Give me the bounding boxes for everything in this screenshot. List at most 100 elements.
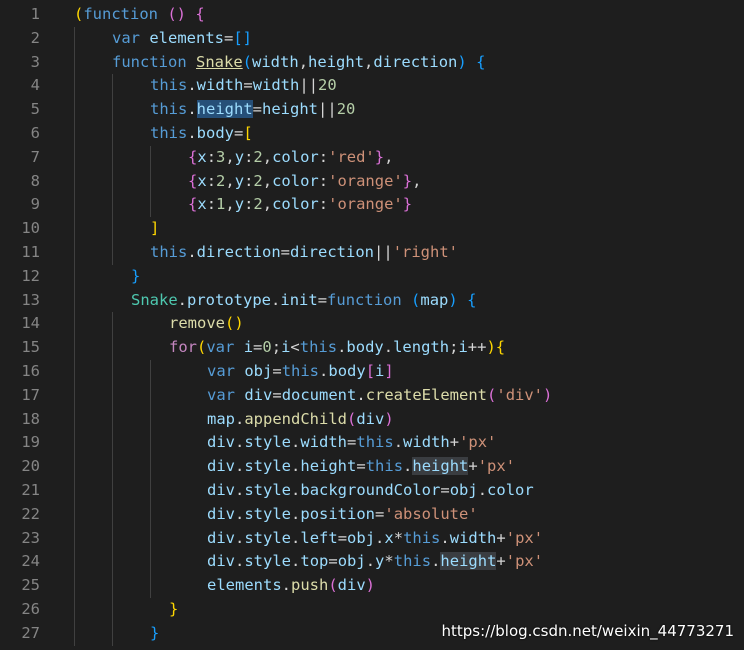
code-token: this: [281, 361, 320, 380]
indent-guide: [74, 597, 75, 622]
code-line[interactable]: 22 div.style.position='absolute': [0, 502, 744, 527]
code-line[interactable]: 1 (function () {: [0, 3, 744, 27]
code-token: =: [347, 433, 357, 452]
code-line[interactable]: 26}: [0, 597, 744, 622]
code-token: =: [337, 528, 348, 547]
code-line[interactable]: 25 elements.push(div): [0, 574, 744, 598]
code-token: body: [346, 338, 384, 357]
code-token: height: [440, 552, 497, 571]
code-token: direction: [290, 242, 375, 261]
indent-guide: [112, 145, 113, 170]
indent-guide: [74, 98, 75, 122]
indent-guide: [74, 26, 75, 51]
code-line[interactable]: 23 div.style.left=obj.x*this.width+'px': [0, 526, 744, 551]
code-token: this: [150, 76, 188, 95]
code-line[interactable]: 9 {x:1,y:2,color:'orange'}: [0, 193, 744, 218]
code-text: this.width=width||20: [150, 74, 337, 98]
code-token: var: [207, 385, 235, 404]
code-token: height: [196, 100, 253, 119]
indent-guide: [112, 431, 113, 456]
code-token: ,: [298, 52, 309, 71]
code-token: ): [384, 409, 394, 428]
code-token: elements: [207, 576, 282, 595]
code-line[interactable]: 5 this.height=height||20: [0, 98, 744, 122]
indent-guide: [112, 526, 113, 551]
indent-guide: [112, 621, 113, 646]
code-line[interactable]: 12}: [0, 264, 744, 289]
code-token: function: [112, 52, 187, 71]
code-token: ,: [262, 195, 273, 214]
code-token: obj: [337, 552, 366, 571]
code-text: this.height=height||20: [150, 98, 355, 122]
code-token: }: [131, 266, 141, 285]
code-token: .: [235, 552, 245, 571]
code-line[interactable]: 10]: [0, 217, 744, 241]
code-token: this: [150, 242, 188, 261]
code-token: width: [196, 76, 244, 95]
code-token: .: [235, 409, 245, 428]
code-text: }: [169, 598, 178, 622]
code-line[interactable]: 19 div.style.width=this.width+'px': [0, 431, 744, 456]
indent-guide: [112, 336, 113, 360]
code-line[interactable]: 11 this.direction=direction||'right': [0, 240, 744, 265]
code-token: 'px': [505, 528, 544, 547]
code-text: var obj=this.body[i]: [207, 360, 394, 384]
line-number: 20: [21, 457, 40, 476]
code-line[interactable]: 24 div.style.top=obj.y*this.height+'px': [0, 550, 744, 575]
code-token: .: [291, 552, 301, 571]
code-line[interactable]: 13 Snake.prototype.init=function (map) {: [0, 288, 744, 313]
code-line[interactable]: 4 this.width=width||20: [0, 74, 744, 99]
indent-guide: [112, 455, 113, 479]
code-token: ]: [150, 219, 160, 238]
code-line[interactable]: 2 var elements=[]: [0, 26, 744, 51]
code-line[interactable]: 8 {x:2,y:2,color:'orange'},: [0, 169, 744, 194]
code-token: :: [206, 195, 217, 214]
code-token: div: [356, 409, 385, 428]
indent-guide: [74, 550, 75, 575]
code-token: width: [449, 528, 497, 547]
code-token: height: [308, 52, 365, 71]
line-number: 4: [30, 76, 40, 95]
code-token: y: [234, 171, 245, 190]
code-token: ,: [384, 147, 394, 166]
indent-guide: [150, 193, 151, 218]
code-line[interactable]: 17 var div=document.createElement('div'): [0, 383, 744, 408]
code-token: =: [253, 338, 263, 357]
code-token: width: [252, 52, 299, 71]
line-number: 9: [30, 195, 40, 214]
code-token: ,: [364, 52, 374, 71]
line-number: 18: [21, 409, 40, 428]
indent-guide: [112, 121, 113, 146]
indent-guide: [74, 359, 75, 384]
indent-guide: [74, 621, 75, 646]
code-line[interactable]: 14 remove(): [0, 312, 744, 337]
code-line[interactable]: 16 var obj=this.body[i]: [0, 359, 744, 384]
code-token: ): [543, 385, 553, 404]
indent-guide: [150, 550, 151, 575]
code-line[interactable]: 6 this.body=[: [0, 121, 744, 146]
indent-guide: [74, 121, 75, 146]
code-token: .: [291, 433, 301, 452]
code-token: 2: [253, 171, 263, 190]
code-token: height: [300, 457, 357, 476]
code-text: div.style.left=obj.x*this.width+'px': [207, 527, 543, 551]
code-line[interactable]: 15 for(var i=0;i<this.body.length;i++){: [0, 336, 744, 360]
code-editor[interactable]: 1 (function () {2 var elements=[] 3 function…: [0, 3, 744, 646]
indent-guide: [112, 240, 113, 265]
code-line[interactable]: 3 function Snake(width,height,direction) …: [0, 50, 744, 75]
code-token: width: [252, 76, 300, 95]
code-token: =: [272, 385, 282, 404]
code-token: =: [272, 361, 282, 380]
code-line[interactable]: 21 div.style.backgroundColor=obj.color: [0, 478, 744, 503]
line-number: 13: [21, 290, 40, 309]
code-line[interactable]: 7 {x:3,y:2,color:'red'},: [0, 145, 744, 170]
code-line[interactable]: 20 div.style.height=this.height+'px': [0, 455, 744, 479]
code-token: =: [328, 552, 338, 571]
indent-guide: [150, 574, 151, 598]
code-line[interactable]: 18 map.appendChild(div): [0, 407, 744, 432]
indent-guide: [112, 597, 113, 622]
code-text: {x:2,y:2,color:'orange'},: [188, 170, 421, 194]
